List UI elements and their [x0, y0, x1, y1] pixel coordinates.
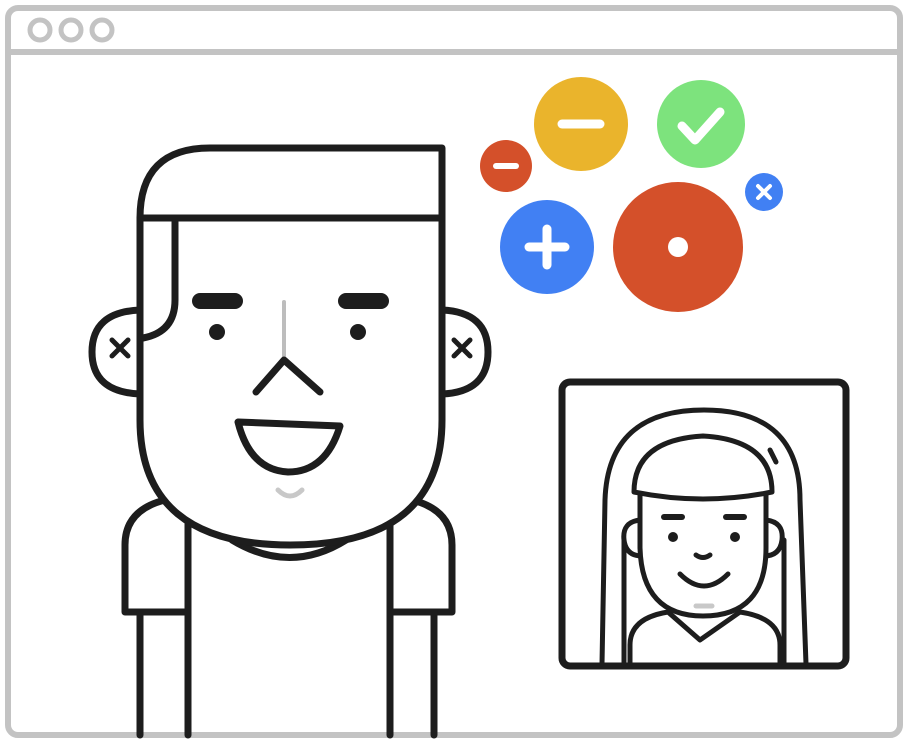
minus-icon[interactable]	[480, 140, 532, 192]
check-icon[interactable]	[657, 80, 745, 168]
pip-face	[637, 485, 769, 619]
hair	[136, 144, 446, 222]
plus-icon[interactable]	[500, 200, 594, 294]
left-eye	[209, 324, 225, 340]
record-icon[interactable]	[613, 182, 743, 312]
minus-icon[interactable]	[534, 77, 628, 171]
right-eye	[350, 324, 366, 340]
close-icon[interactable]	[745, 173, 783, 211]
video-call-window	[0, 0, 918, 743]
pip-video-tile[interactable]	[558, 378, 850, 670]
